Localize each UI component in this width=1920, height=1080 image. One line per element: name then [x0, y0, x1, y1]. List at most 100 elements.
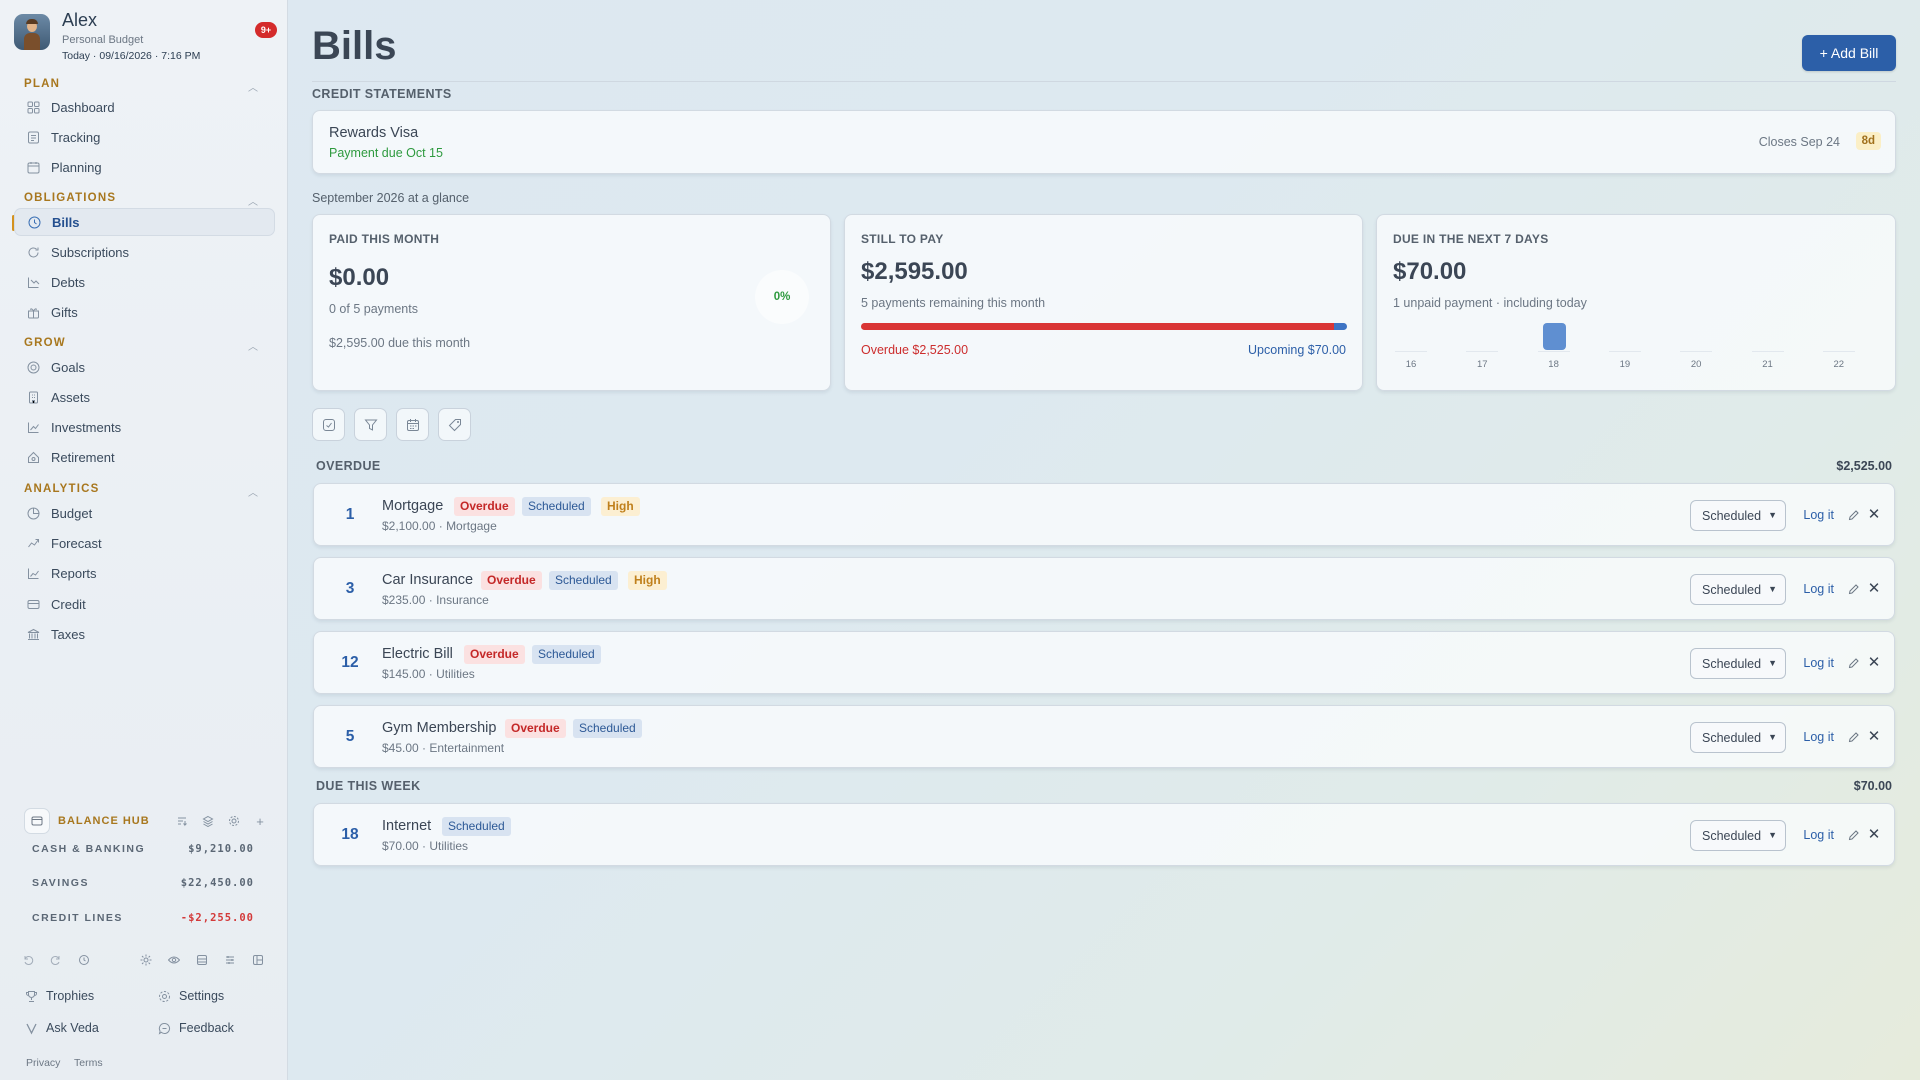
database-icon[interactable] [194, 952, 210, 968]
balance-hub: BALANCE HUB + CASH & BANKING $9,210.00 S… [14, 800, 276, 940]
target-icon [26, 360, 40, 374]
progress-upcoming-label: Upcoming $70.00 [1248, 343, 1346, 357]
sidebar-item-taxes[interactable]: Taxes [14, 620, 275, 648]
sidebar-item-gifts[interactable]: Gifts [14, 298, 275, 326]
close-icon[interactable]: ✕ [1867, 826, 1881, 843]
history-icon[interactable] [76, 952, 92, 968]
layers-icon[interactable] [200, 813, 216, 829]
gear-icon[interactable] [226, 813, 242, 829]
pencil-icon[interactable] [1846, 656, 1860, 670]
status-select[interactable]: Scheduled ▼ [1690, 820, 1786, 851]
bill-row-gym-membership[interactable]: 5 Gym Membership Overdue Scheduled $45.0… [313, 705, 1895, 768]
status-select[interactable]: Scheduled ▼ [1690, 722, 1786, 753]
sidebar-item-assets[interactable]: Assets [14, 383, 275, 411]
sidebar-item-reports[interactable]: Reports [14, 559, 275, 587]
balance-row-credit[interactable]: CREDIT LINES -$2,255.00 [32, 909, 254, 929]
summary-sub: 0 of 5 payments [329, 302, 418, 316]
bill-row-electric-bill[interactable]: 12 Electric Bill Overdue Scheduled $145.… [313, 631, 1895, 694]
log-it-button[interactable]: Log it [1803, 582, 1834, 596]
avatar[interactable] [14, 14, 50, 50]
chevron-up-icon[interactable]: ︿ [248, 484, 258, 499]
sun-icon[interactable] [138, 952, 154, 968]
sidebar-item-credit[interactable]: Credit [14, 590, 275, 618]
sidebar-item-tracking[interactable]: Tracking [14, 123, 275, 151]
balance-row-cash[interactable]: CASH & BANKING $9,210.00 [32, 840, 254, 860]
calendar-view-button[interactable] [396, 408, 429, 441]
status-select[interactable]: Scheduled ▼ [1690, 574, 1786, 605]
log-it-button[interactable]: Log it [1803, 828, 1834, 842]
chevron-up-icon[interactable]: ︿ [248, 338, 258, 353]
sidebar-item-dashboard[interactable]: Dashboard [14, 93, 275, 121]
bill-row-mortgage[interactable]: 1 Mortgage Overdue Scheduled High $2,100… [313, 483, 1895, 546]
settings-link[interactable]: Settings [157, 989, 224, 1003]
bill-row-internet[interactable]: 18 Internet Scheduled $70.00 · Utilities… [313, 803, 1895, 866]
pencil-icon[interactable] [1846, 508, 1860, 522]
day-label: 21 [1762, 359, 1773, 370]
chevron-down-icon: ▼ [1768, 830, 1777, 840]
status-select[interactable]: Scheduled ▼ [1690, 500, 1786, 531]
day-label: 19 [1619, 359, 1631, 370]
pencil-icon[interactable] [1846, 582, 1860, 596]
feedback-link[interactable]: Feedback [157, 1021, 234, 1035]
balance-label: CREDIT LINES [32, 912, 123, 924]
progress-overdue-label: Overdue $2,525.00 [861, 343, 969, 357]
wallet-icon[interactable] [24, 808, 50, 834]
trophies-link[interactable]: Trophies [24, 989, 94, 1003]
paid-percent-ring: 0% [755, 270, 809, 324]
eye-icon[interactable] [166, 952, 182, 968]
filter-button[interactable] [354, 408, 387, 441]
sidebar-toolbar [20, 950, 270, 970]
chevron-up-icon[interactable]: ︿ [248, 193, 258, 208]
close-icon[interactable]: ✕ [1867, 654, 1881, 671]
sidebar-item-retirement[interactable]: Retirement [14, 443, 275, 471]
tags-button[interactable] [438, 408, 471, 441]
sort-icon[interactable] [174, 813, 190, 829]
privacy-link[interactable]: Privacy [26, 1057, 60, 1069]
profile-header[interactable]: Alex Personal Budget Today · 09/16/2026 … [14, 10, 277, 66]
close-icon[interactable]: ✕ [1867, 728, 1881, 745]
credit-statement-card[interactable]: Rewards Visa Payment due Oct 15 Closes S… [312, 110, 1896, 174]
status-value: Scheduled [1702, 828, 1762, 843]
sidebar-item-planning[interactable]: Planning [14, 153, 275, 181]
bill-category: · Mortgage [438, 519, 497, 533]
summary-amount: $70.00 [1393, 258, 1467, 285]
sidebar-item-subscriptions[interactable]: Subscriptions [14, 238, 275, 266]
profile-date: Today · 09/16/2026 · 7:16 PM [62, 50, 201, 62]
select-mode-button[interactable] [312, 408, 345, 441]
balance-row-savings[interactable]: SAVINGS $22,450.00 [32, 874, 254, 894]
sidebar-item-label: Assets [51, 389, 91, 405]
ask-veda-link[interactable]: Ask Veda [24, 1021, 99, 1035]
close-icon[interactable]: ✕ [1867, 506, 1881, 523]
sliders-icon[interactable] [222, 952, 238, 968]
log-it-button[interactable]: Log it [1803, 508, 1834, 522]
chevron-up-icon[interactable]: ︿ [248, 79, 258, 94]
sidebar-item-investments[interactable]: Investments [14, 413, 275, 441]
sidebar-item-label: Credit [51, 596, 86, 612]
day-label: 16 [1405, 359, 1417, 370]
redo-icon[interactable] [48, 952, 64, 968]
ask-veda-label: Ask Veda [46, 1021, 99, 1035]
plus-icon[interactable]: + [252, 813, 268, 829]
log-it-button[interactable]: Log it [1803, 656, 1834, 670]
refresh-icon [26, 245, 40, 259]
layout-icon[interactable] [250, 952, 266, 968]
bill-row-car-insurance[interactable]: 3 Car Insurance Overdue Scheduled High $… [313, 557, 1895, 620]
terms-link[interactable]: Terms [74, 1057, 103, 1069]
log-it-button[interactable]: Log it [1803, 730, 1834, 744]
sidebar-item-debts[interactable]: Debts [14, 268, 275, 296]
sidebar-item-goals[interactable]: Goals [14, 353, 275, 381]
status-select[interactable]: Scheduled ▼ [1690, 648, 1786, 679]
add-bill-button[interactable]: + Add Bill [1802, 35, 1896, 71]
sidebar-item-budget[interactable]: Budget [14, 499, 275, 527]
sidebar-item-label: Planning [51, 159, 102, 175]
sidebar-item-bills[interactable]: Bills [14, 208, 275, 236]
profile-name: Alex [62, 10, 98, 30]
pencil-icon[interactable] [1846, 828, 1860, 842]
sidebar: Alex Personal Budget Today · 09/16/2026 … [0, 0, 288, 1080]
pencil-icon[interactable] [1846, 730, 1860, 744]
day-bar[interactable] [1542, 323, 1566, 350]
sidebar-item-forecast[interactable]: Forecast [14, 529, 275, 557]
close-icon[interactable]: ✕ [1867, 580, 1881, 597]
undo-icon[interactable] [20, 952, 36, 968]
bill-category: · Insurance [428, 593, 489, 607]
